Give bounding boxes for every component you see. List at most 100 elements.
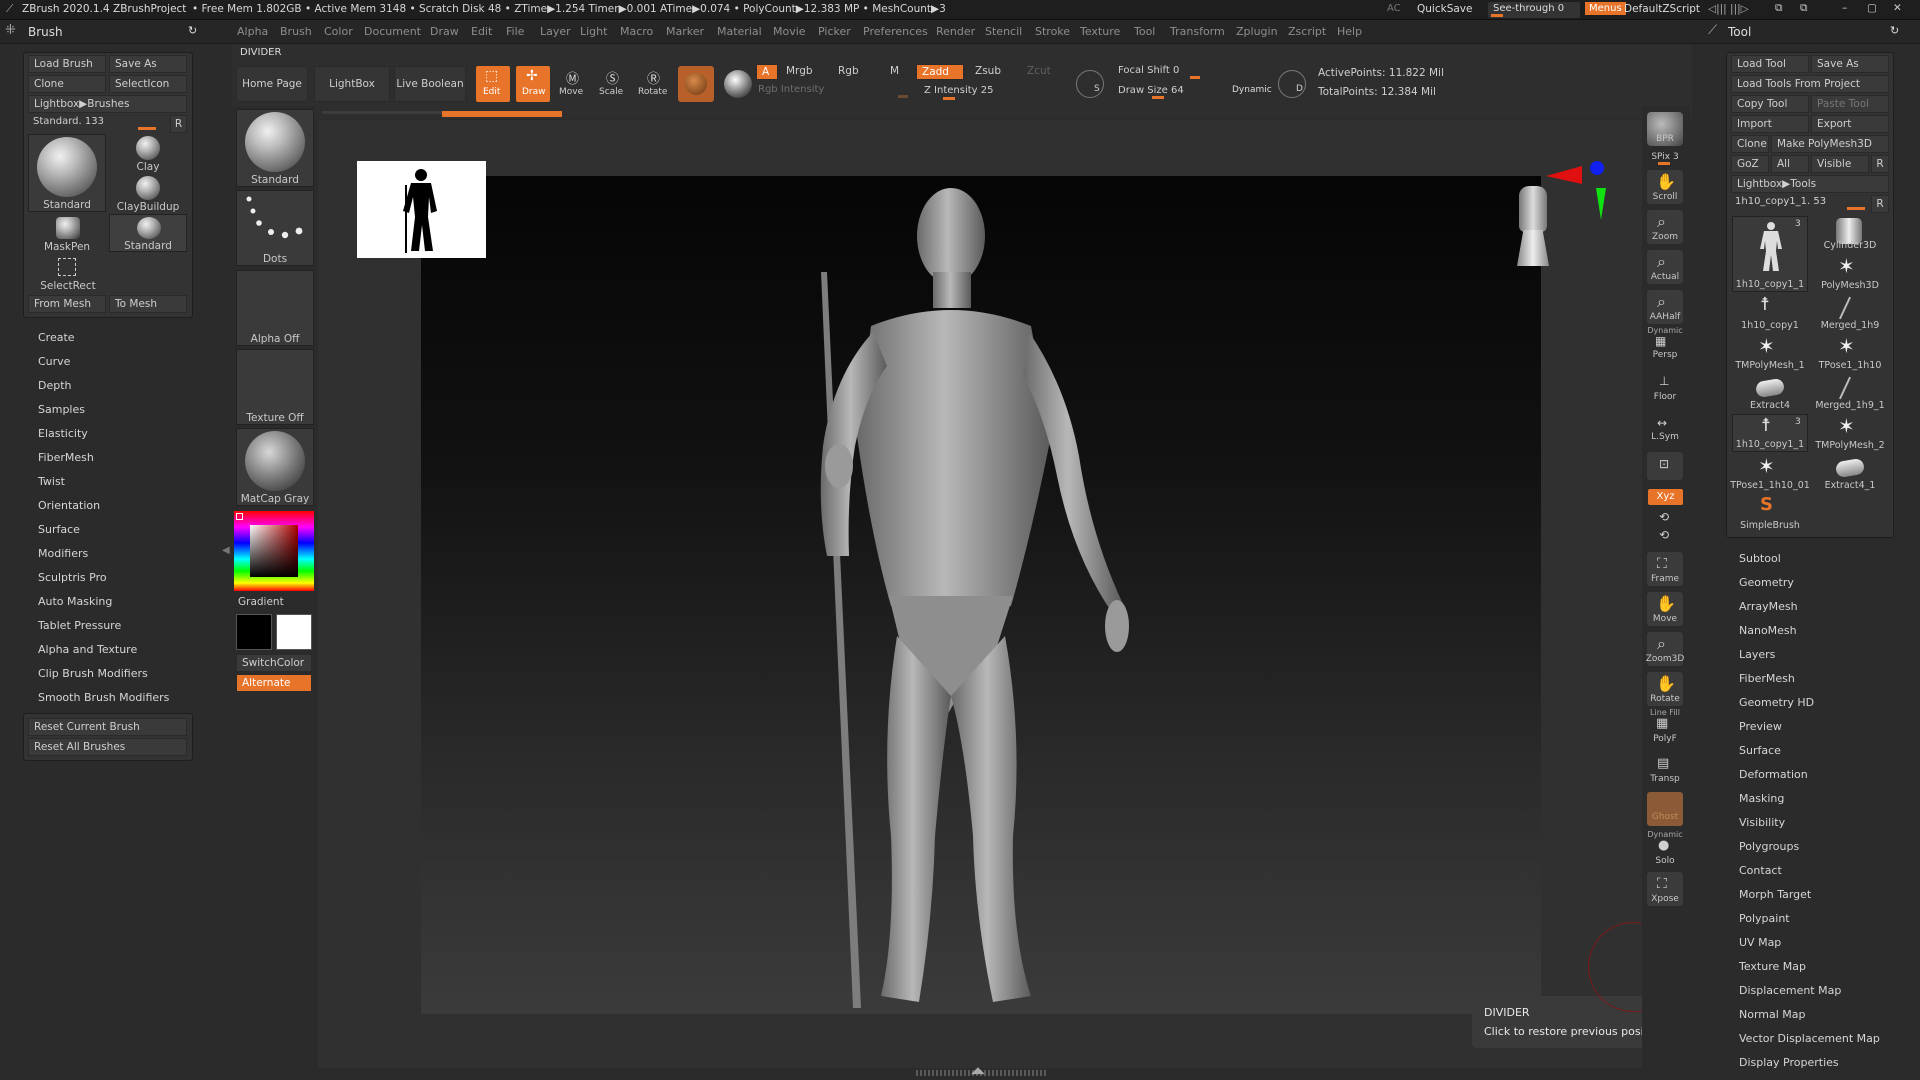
reset-current-brush-button[interactable]: Reset Current Brush	[28, 718, 187, 736]
tool-menu-display-properties[interactable]: Display Properties	[1739, 1056, 1839, 1069]
tool-menu-masking[interactable]: Masking	[1739, 792, 1784, 805]
tool-item-1h10-copy1-1[interactable]: 3 1h10_copy1_1	[1732, 216, 1808, 292]
brush-menu-fibermesh[interactable]: FiberMesh	[38, 451, 94, 464]
scale-button[interactable]: Ⓢ Scale	[596, 66, 630, 102]
menus-button[interactable]: Menus	[1585, 2, 1626, 15]
tool-save-as-button[interactable]: Save As	[1811, 55, 1889, 73]
tool-menu-visibility[interactable]: Visibility	[1739, 816, 1785, 829]
brush-r-button[interactable]: R	[170, 115, 187, 133]
brush-menu-sculptris-pro[interactable]: Sculptris Pro	[38, 571, 107, 584]
lazy-mouse-icon[interactable]: D	[1278, 70, 1306, 98]
select-icon-button[interactable]: SelectIcon	[109, 75, 187, 93]
brush-menu-create[interactable]: Create	[38, 331, 75, 344]
menu-file[interactable]: File	[506, 25, 524, 38]
rotate-button[interactable]: Ⓡ Rotate	[636, 66, 672, 102]
menu-picker[interactable]: Picker	[818, 25, 851, 38]
mrgb-toggle[interactable]: Mrgb	[781, 64, 829, 80]
tool-menu-deformation[interactable]: Deformation	[1739, 768, 1808, 781]
tool-slider[interactable]: 1h10_copy1_1. 53	[1731, 195, 1869, 211]
z-intensity-slider[interactable]: Z Intensity 25	[922, 84, 1064, 100]
see-through-slider[interactable]: See-through 0	[1488, 2, 1580, 18]
tool-menu-fibermesh[interactable]: FiberMesh	[1739, 672, 1795, 685]
tool-menu-contact[interactable]: Contact	[1739, 864, 1782, 877]
goz-all-button[interactable]: All	[1771, 155, 1809, 173]
close-icon[interactable]: ✕	[1893, 2, 1902, 14]
tool-menu-geometry[interactable]: Geometry	[1739, 576, 1794, 589]
menu-document[interactable]: Document	[364, 25, 421, 38]
brush-menu-orientation[interactable]: Orientation	[38, 499, 100, 512]
interface-icons[interactable]: ◁||| |||▷	[1708, 3, 1749, 15]
copy-tool-button[interactable]: Copy Tool	[1731, 95, 1809, 113]
load-tools-from-project-button[interactable]: Load Tools From Project	[1731, 75, 1889, 93]
menu-texture[interactable]: Texture	[1080, 25, 1120, 38]
tpose1-star-icon[interactable]: ✶	[1838, 334, 1855, 358]
tool-menu-geometry-hd[interactable]: Geometry HD	[1739, 696, 1814, 709]
brush-menu-modifiers[interactable]: Modifiers	[38, 547, 88, 560]
move-button[interactable]: Ⓜ Move	[556, 66, 590, 102]
brush-save-as-button[interactable]: Save As	[109, 55, 187, 73]
menu-preferences[interactable]: Preferences	[863, 25, 928, 38]
restore-layout-icon[interactable]: ⧉	[1800, 2, 1808, 15]
selectrect-brush-icon[interactable]	[58, 258, 76, 276]
panel-move-icon[interactable]: ⁜	[5, 23, 16, 38]
tmpolymesh2-star-icon[interactable]: ✶	[1838, 414, 1855, 438]
brush-standard-small[interactable]: Standard	[109, 214, 187, 252]
polymesh3d-star-icon[interactable]: ✶	[1838, 254, 1855, 278]
export-button[interactable]: Export	[1811, 115, 1889, 133]
tool-menu-polygroups[interactable]: Polygroups	[1739, 840, 1799, 853]
layout-icon[interactable]: ⧉	[1775, 2, 1783, 15]
zcut-toggle[interactable]: Zcut	[1022, 64, 1062, 80]
maximize-icon[interactable]: ▢	[1867, 2, 1877, 14]
tpose1-01-star-icon[interactable]: ✶	[1758, 454, 1775, 478]
ghost-button[interactable]: Ghost	[1647, 792, 1683, 826]
tool-menu-subtool[interactable]: Subtool	[1739, 552, 1781, 565]
tool-menu-polypaint[interactable]: Polypaint	[1739, 912, 1790, 925]
zsub-toggle[interactable]: Zsub	[970, 64, 1018, 80]
rgb-intensity-slider[interactable]: Rgb Intensity	[758, 84, 910, 98]
maskpen-brush-icon[interactable]	[56, 217, 80, 239]
brush-clone-button[interactable]: Clone	[28, 75, 106, 93]
brush-menu-samples[interactable]: Samples	[38, 403, 85, 416]
stroke-slot[interactable]: Dots	[236, 190, 314, 266]
tool-menu-morph-target[interactable]: Morph Target	[1739, 888, 1811, 901]
lock-button[interactable]: ⊡	[1647, 452, 1683, 480]
bottom-tray-arrow-icon[interactable]: ◢◣	[971, 1066, 985, 1076]
switch-color-button[interactable]: SwitchColor	[236, 654, 312, 672]
home-page-button[interactable]: Home Page	[236, 66, 308, 102]
load-brush-button[interactable]: Load Brush	[28, 55, 106, 73]
from-mesh-button[interactable]: From Mesh	[28, 295, 106, 313]
reference-image[interactable]	[357, 161, 486, 258]
tool-menu-normal-map[interactable]: Normal Map	[1739, 1008, 1806, 1021]
tmpolymesh1-star-icon[interactable]: ✶	[1758, 334, 1775, 358]
paste-tool-button[interactable]: Paste Tool	[1811, 95, 1889, 113]
focal-shift-curve-icon[interactable]: S	[1076, 70, 1104, 98]
to-mesh-button[interactable]: To Mesh	[109, 295, 187, 313]
default-zscript-button[interactable]: DefaultZScript	[1624, 3, 1700, 15]
lightbox-tools-button[interactable]: Lightbox▶Tools	[1731, 175, 1889, 193]
goz-button[interactable]: GoZ	[1731, 155, 1769, 173]
menu-color[interactable]: Color	[324, 25, 353, 38]
draw-size-slider[interactable]: Draw Size 64 Dynamic	[1116, 84, 1272, 100]
tool-clone-button[interactable]: Clone	[1731, 135, 1769, 153]
menu-tool[interactable]: Tool	[1134, 25, 1155, 38]
menu-material[interactable]: Material	[717, 25, 762, 38]
live-boolean-button[interactable]: Live Boolean	[394, 66, 466, 102]
brush-standard-main[interactable]: Standard	[28, 134, 106, 212]
dynamic-toggle[interactable]: Dynamic	[1232, 85, 1272, 95]
tool-refresh-icon[interactable]: ↻	[1890, 24, 1899, 37]
tool-menu-layers[interactable]: Layers	[1739, 648, 1775, 661]
menu-zscript[interactable]: Zscript	[1288, 25, 1326, 38]
color-square[interactable]	[250, 525, 298, 577]
left-collapse-icon[interactable]: ◀	[222, 545, 230, 556]
tool-item-1h10-copy1-1-b[interactable]: 3 ☨ 1h10_copy1_1	[1732, 414, 1808, 452]
1h10-copy1-figure-icon[interactable]: ☨	[1760, 294, 1770, 315]
menu-draw[interactable]: Draw	[430, 25, 459, 38]
spix-slider[interactable]: SPix 3	[1640, 152, 1690, 162]
menu-brush[interactable]: Brush	[280, 25, 312, 38]
menu-zplugin[interactable]: Zplugin	[1236, 25, 1278, 38]
reset-all-brushes-button[interactable]: Reset All Brushes	[28, 738, 187, 756]
gradient-label[interactable]: Gradient	[238, 596, 284, 608]
menu-help[interactable]: Help	[1337, 25, 1362, 38]
zadd-toggle[interactable]: Zadd	[916, 64, 964, 80]
tool-menu-displacement-map[interactable]: Displacement Map	[1739, 984, 1841, 997]
